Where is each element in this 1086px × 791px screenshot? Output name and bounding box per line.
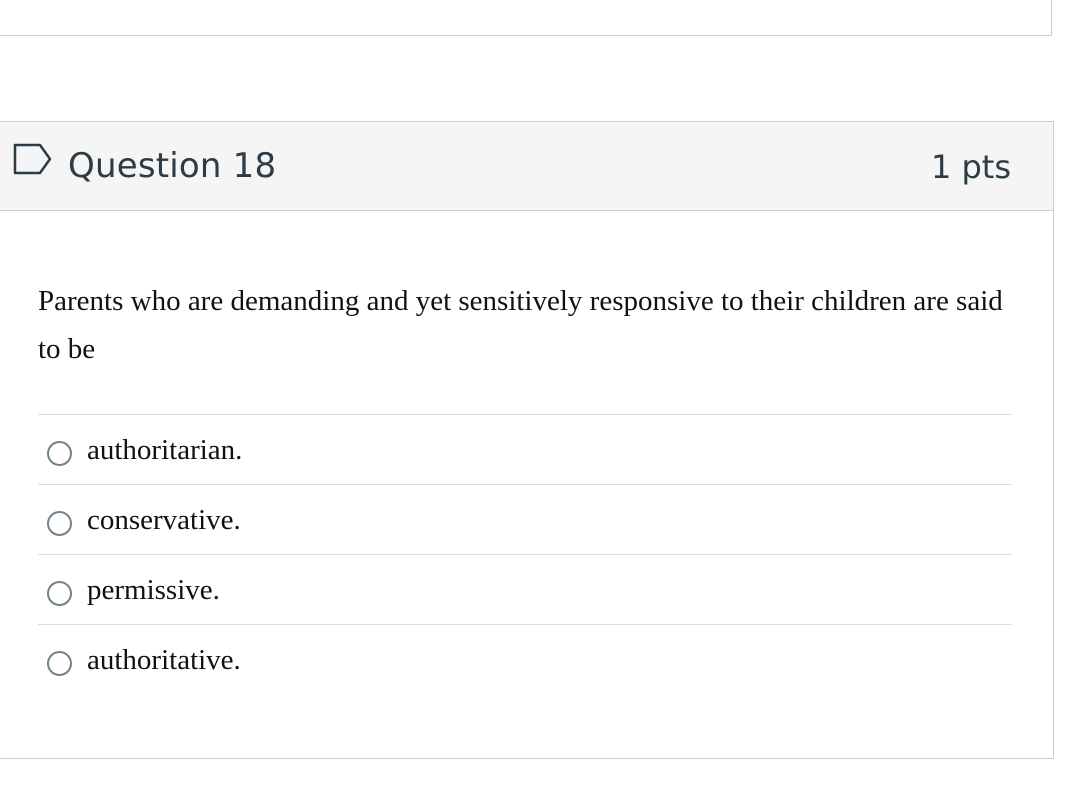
answer-label[interactable]: authoritarian. — [87, 434, 242, 467]
question-points: 1 pts — [930, 148, 1011, 186]
answer-list: authoritarian. conservative. permissive.… — [38, 414, 1012, 694]
radio-button[interactable] — [47, 441, 72, 466]
answer-label[interactable]: conservative. — [87, 504, 241, 537]
answer-option[interactable]: authoritative. — [38, 624, 1012, 694]
answer-label[interactable]: permissive. — [87, 574, 220, 607]
question-text: Parents who are demanding and yet sensit… — [38, 285, 1003, 365]
answer-label[interactable]: authoritative. — [87, 644, 241, 677]
radio-button[interactable] — [47, 581, 72, 606]
question-header: Question 18 1 pts — [0, 122, 1053, 211]
radio-button[interactable] — [47, 511, 72, 536]
answer-option[interactable]: authoritarian. — [38, 414, 1012, 484]
answer-option[interactable]: conservative. — [38, 484, 1012, 554]
radio-button[interactable] — [47, 651, 72, 676]
previous-question-card — [0, 0, 1052, 36]
answer-option[interactable]: permissive. — [38, 554, 1012, 624]
flag-outline-icon[interactable] — [13, 143, 53, 175]
question-card: Question 18 1 pts Parents who are demand… — [0, 121, 1054, 759]
question-title: Question 18 — [68, 146, 277, 186]
